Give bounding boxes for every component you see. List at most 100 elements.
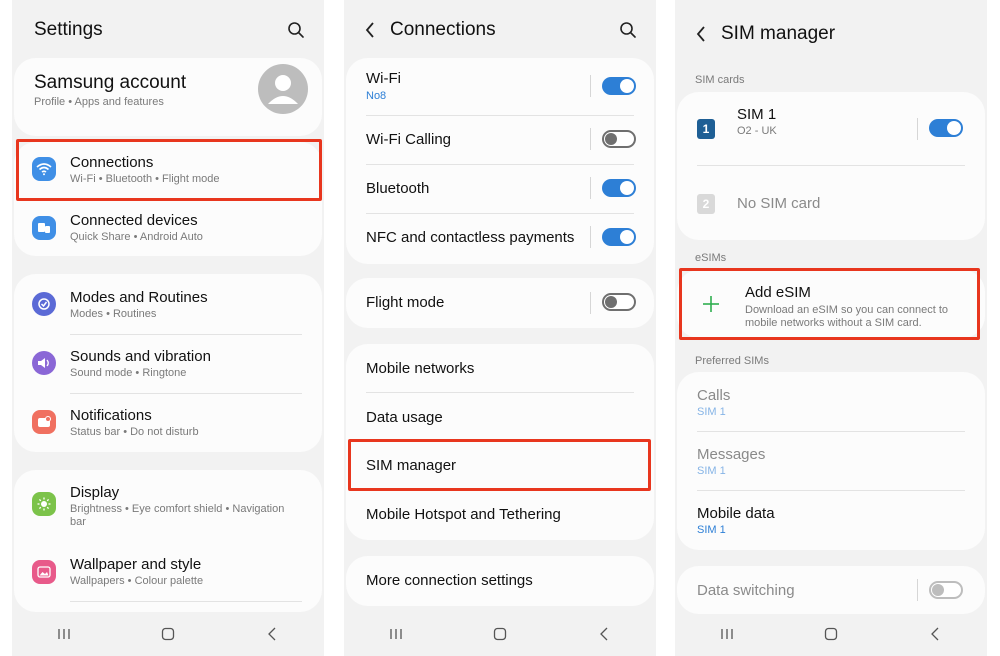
- back-nav-icon[interactable]: [915, 619, 955, 649]
- modes-icon: [32, 292, 56, 316]
- settings-item-connected-devices[interactable]: Connected devices Quick Share • Android …: [14, 200, 322, 256]
- recent-apps-icon[interactable]: [44, 619, 84, 649]
- wifi-network: No8: [366, 90, 387, 102]
- display-group-card: Display Brightness • Eye comfort shield …: [14, 470, 322, 612]
- avatar-icon: [268, 75, 298, 104]
- settings-item-notifications[interactable]: Notifications Status bar • Do not distur…: [14, 393, 322, 452]
- mobile-data-value: SIM 1: [697, 524, 726, 536]
- data-usage-label: Data usage: [366, 409, 443, 426]
- nfc-label: NFC and contactless payments: [366, 229, 575, 246]
- mobile-data-label: Mobile data: [697, 505, 775, 522]
- page-title: Connections: [390, 19, 496, 40]
- data-switching-row: Data switching: [677, 566, 985, 614]
- connections-toggles-card: Wi-Fi No8 Wi-Fi Calling Bluetooth NFC an…: [346, 58, 654, 264]
- mobile-networks-item[interactable]: Mobile networks: [346, 344, 654, 392]
- more-settings-card: More connection settings: [346, 556, 654, 606]
- connected-devices-icon: [32, 216, 56, 240]
- modes-subtitle: Modes • Routines: [70, 308, 157, 320]
- highlight-add-esim: [679, 268, 980, 340]
- preferred-sims-card: Calls SIM 1 Messages SIM 1 Mobile data S…: [677, 372, 985, 550]
- bluetooth-row[interactable]: Bluetooth: [346, 164, 654, 213]
- calls-label: Calls: [697, 387, 731, 404]
- wifi-calling-row[interactable]: Wi-Fi Calling: [346, 115, 654, 164]
- notifications-label: Notifications: [70, 407, 152, 424]
- notifications-subtitle: Status bar • Do not disturb: [70, 426, 199, 438]
- nfc-toggle[interactable]: [602, 228, 636, 246]
- sound-icon: [32, 351, 56, 375]
- wifi-label: Wi-Fi: [366, 70, 401, 87]
- search-icon[interactable]: [616, 18, 640, 42]
- page-title: SIM manager: [721, 23, 836, 44]
- navigation-bar: [675, 612, 987, 656]
- back-arrow-icon[interactable]: [360, 18, 380, 42]
- home-icon[interactable]: [480, 619, 520, 649]
- sim1-row[interactable]: 1 SIM 1 O2 - UK: [677, 92, 985, 164]
- account-subtitle: Profile • Apps and features: [34, 96, 164, 108]
- flight-mode-row[interactable]: Flight mode: [346, 278, 654, 328]
- mobile-data-item[interactable]: Mobile data SIM 1: [677, 490, 985, 550]
- bluetooth-toggle[interactable]: [602, 179, 636, 197]
- back-arrow-icon[interactable]: [691, 22, 711, 46]
- more-connection-settings-label: More connection settings: [366, 572, 533, 589]
- sim2-row: 2 No SIM card: [677, 166, 985, 238]
- esims-section-label: eSIMs: [695, 252, 727, 264]
- sounds-subtitle: Sound mode • Ringtone: [70, 367, 187, 379]
- connected-devices-label: Connected devices: [70, 212, 198, 229]
- recent-apps-icon[interactable]: [707, 619, 747, 649]
- bluetooth-label: Bluetooth: [366, 180, 430, 197]
- sim-manager-header: SIM manager: [675, 14, 987, 54]
- settings-item-sounds[interactable]: Sounds and vibration Sound mode • Ringto…: [14, 334, 322, 393]
- highlight-connections: [16, 139, 322, 201]
- connected-devices-subtitle: Quick Share • Android Auto: [70, 231, 203, 243]
- messages-label: Messages: [697, 446, 766, 463]
- navigation-bar: [12, 612, 324, 656]
- connections-screen: Connections Wi-Fi No8 Wi-Fi Calling Blue…: [344, 0, 656, 656]
- samsung-account-card[interactable]: Samsung account Profile • Apps and featu…: [14, 58, 322, 136]
- modes-group-card: Modes and Routines Modes • Routines Soun…: [14, 274, 322, 452]
- data-switching-label: Data switching: [697, 582, 795, 599]
- settings-header: Settings: [12, 10, 324, 50]
- home-icon[interactable]: [148, 619, 188, 649]
- home-icon[interactable]: [811, 619, 851, 649]
- hotspot-label: Mobile Hotspot and Tethering: [366, 506, 561, 523]
- settings-item-wallpaper[interactable]: Wallpaper and style Wallpapers • Colour …: [14, 546, 322, 604]
- data-switching-card: Data switching: [677, 566, 985, 614]
- display-label: Display: [70, 484, 120, 501]
- more-connection-settings-item[interactable]: More connection settings: [346, 556, 654, 606]
- display-icon: [32, 492, 56, 516]
- settings-screen: Settings Samsung account Profile • Apps …: [12, 0, 324, 656]
- sim-manager-screen: SIM manager SIM cards 1 SIM 1 O2 - UK 2 …: [675, 0, 987, 656]
- back-nav-icon[interactable]: [252, 619, 292, 649]
- sim1-name: SIM 1: [737, 106, 777, 123]
- avatar[interactable]: [258, 64, 308, 114]
- hotspot-item[interactable]: Mobile Hotspot and Tethering: [346, 492, 654, 540]
- wifi-calling-toggle[interactable]: [602, 130, 636, 148]
- sim1-toggle[interactable]: [929, 119, 963, 137]
- highlight-sim-manager: [348, 439, 651, 491]
- settings-item-display[interactable]: Display Brightness • Eye comfort shield …: [14, 470, 322, 542]
- wifi-row[interactable]: Wi-Fi No8: [346, 58, 654, 115]
- calls-item: Calls SIM 1: [677, 372, 985, 431]
- nfc-row[interactable]: NFC and contactless payments: [346, 213, 654, 264]
- calls-value: SIM 1: [697, 406, 726, 418]
- settings-item-modes-routines[interactable]: Modes and Routines Modes • Routines: [14, 274, 322, 334]
- wifi-calling-label: Wi-Fi Calling: [366, 131, 452, 148]
- modes-label: Modes and Routines: [70, 289, 208, 306]
- mobile-networks-label: Mobile networks: [366, 360, 475, 377]
- wallpaper-icon: [32, 560, 56, 584]
- recent-apps-icon[interactable]: [376, 619, 416, 649]
- sim2-badge-icon: 2: [697, 194, 715, 214]
- connections-header: Connections: [344, 10, 656, 50]
- messages-item: Messages SIM 1: [677, 431, 985, 490]
- wallpaper-subtitle: Wallpapers • Colour palette: [70, 575, 204, 587]
- data-usage-item[interactable]: Data usage: [346, 392, 654, 440]
- notifications-icon: [32, 410, 56, 434]
- back-nav-icon[interactable]: [584, 619, 624, 649]
- navigation-bar: [344, 612, 656, 656]
- page-title: Settings: [34, 19, 103, 40]
- flight-mode-toggle[interactable]: [602, 293, 636, 311]
- wifi-toggle[interactable]: [602, 77, 636, 95]
- wallpaper-label: Wallpaper and style: [70, 556, 202, 573]
- search-icon[interactable]: [284, 18, 308, 42]
- flight-mode-card: Flight mode: [346, 278, 654, 328]
